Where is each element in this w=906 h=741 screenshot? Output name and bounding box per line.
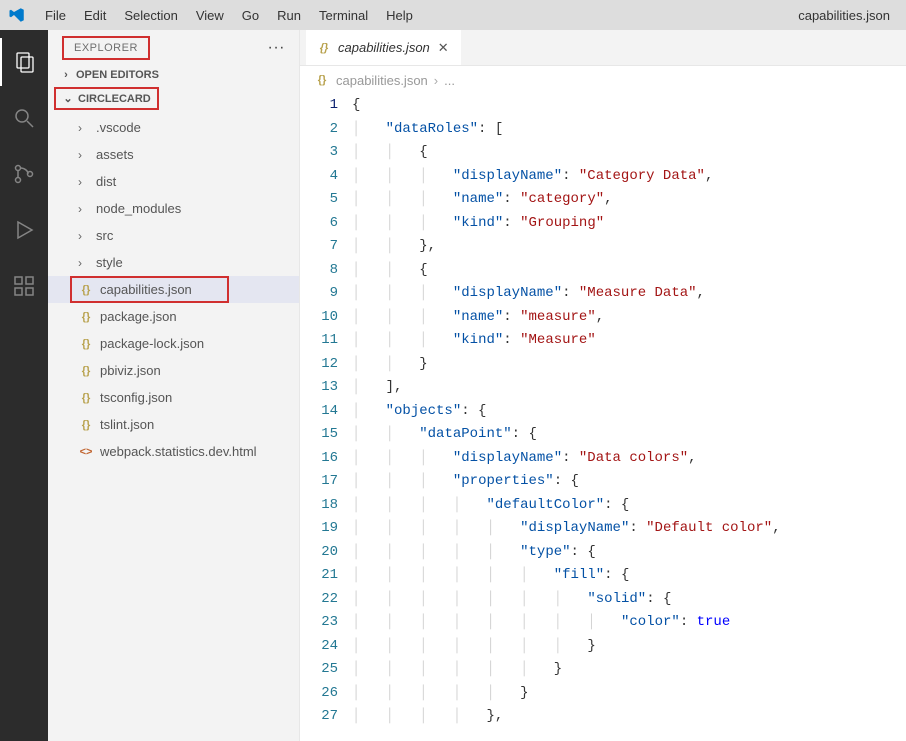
- breadcrumb-ellipsis: ...: [444, 73, 455, 88]
- folder-src[interactable]: › src: [48, 222, 299, 249]
- vscode-logo-icon: [8, 6, 26, 24]
- file-tree: › .vscode › assets › dist › node_modules › src › st…: [48, 114, 299, 741]
- json-icon: {}: [78, 336, 94, 352]
- titlebar-file: capabilities.json: [798, 8, 898, 23]
- folder-label: node_modules: [96, 201, 181, 216]
- sidebar-header: EXPLORER ···: [48, 30, 299, 65]
- tab-capabilities[interactable]: {} capabilities.json ✕: [306, 30, 461, 65]
- project-section[interactable]: ⌄ CIRCLECARD: [54, 87, 159, 110]
- chevron-right-icon: ›: [434, 73, 438, 88]
- run-debug-icon[interactable]: [0, 206, 48, 254]
- explorer-sidebar: EXPLORER ··· › OPEN EDITORS ⌄ CIRCLECARD…: [48, 30, 300, 741]
- code-editor[interactable]: 1234567891011121314151617181920212223242…: [300, 94, 906, 741]
- html-icon: <>: [78, 444, 94, 460]
- folder-label: style: [96, 255, 123, 270]
- activity-bar: [0, 30, 48, 741]
- file-label: pbiviz.json: [100, 363, 161, 378]
- folder-node-modules[interactable]: › node_modules: [48, 195, 299, 222]
- editor-tabs: {} capabilities.json ✕: [300, 30, 906, 66]
- chevron-right-icon: ›: [78, 229, 90, 243]
- menu-terminal[interactable]: Terminal: [310, 4, 377, 27]
- file-package-lock-json[interactable]: {} package-lock.json: [48, 330, 299, 357]
- json-icon: {}: [78, 282, 94, 298]
- folder-label: dist: [96, 174, 116, 189]
- breadcrumb[interactable]: {} capabilities.json › ...: [300, 66, 906, 94]
- project-label: CIRCLECARD: [78, 93, 151, 105]
- chevron-right-icon: ›: [78, 121, 90, 135]
- file-label: tsconfig.json: [100, 390, 172, 405]
- tab-label: capabilities.json: [338, 40, 430, 55]
- menu-go[interactable]: Go: [233, 4, 268, 27]
- line-numbers: 1234567891011121314151617181920212223242…: [300, 94, 352, 741]
- chevron-right-icon: ›: [78, 256, 90, 270]
- file-capabilities-json[interactable]: {} capabilities.json: [48, 276, 299, 303]
- file-tsconfig-json[interactable]: {} tsconfig.json: [48, 384, 299, 411]
- extensions-icon[interactable]: [0, 262, 48, 310]
- file-label: package.json: [100, 309, 177, 324]
- chevron-right-icon: ›: [78, 148, 90, 162]
- file-label: capabilities.json: [100, 282, 192, 297]
- explorer-icon[interactable]: [0, 38, 48, 86]
- menu-selection[interactable]: Selection: [115, 4, 186, 27]
- json-icon: {}: [78, 417, 94, 433]
- file-label: tslint.json: [100, 417, 154, 432]
- file-webpack-statistics-dev-html[interactable]: <> webpack.statistics.dev.html: [48, 438, 299, 465]
- chevron-right-icon: ›: [60, 69, 72, 81]
- breadcrumb-file: capabilities.json: [336, 73, 428, 88]
- file-tslint-json[interactable]: {} tslint.json: [48, 411, 299, 438]
- json-icon: {}: [316, 40, 332, 56]
- chevron-right-icon: ›: [78, 175, 90, 189]
- menu-run[interactable]: Run: [268, 4, 310, 27]
- folder--vscode[interactable]: › .vscode: [48, 114, 299, 141]
- close-icon[interactable]: ✕: [436, 40, 451, 56]
- json-icon: {}: [78, 390, 94, 406]
- open-editors-section[interactable]: › OPEN EDITORS: [48, 65, 299, 85]
- menu-edit[interactable]: Edit: [75, 4, 115, 27]
- chevron-right-icon: ›: [78, 202, 90, 216]
- explorer-title: EXPLORER: [62, 36, 150, 60]
- more-actions-icon[interactable]: ···: [268, 39, 285, 57]
- code-content[interactable]: {│ "dataRoles": [│ │ {│ │ │ "displayName…: [352, 94, 906, 741]
- json-icon: {}: [78, 363, 94, 379]
- file-label: package-lock.json: [100, 336, 204, 351]
- folder-label: src: [96, 228, 113, 243]
- json-icon: {}: [78, 309, 94, 325]
- menu-view[interactable]: View: [187, 4, 233, 27]
- chevron-down-icon: ⌄: [62, 92, 74, 105]
- menu-help[interactable]: Help: [377, 4, 422, 27]
- folder-dist[interactable]: › dist: [48, 168, 299, 195]
- file-label: webpack.statistics.dev.html: [100, 444, 257, 459]
- folder-label: assets: [96, 147, 134, 162]
- folder-label: .vscode: [96, 120, 141, 135]
- source-control-icon[interactable]: [0, 150, 48, 198]
- menubar: FileEditSelectionViewGoRunTerminalHelp c…: [0, 0, 906, 30]
- file-pbiviz-json[interactable]: {} pbiviz.json: [48, 357, 299, 384]
- folder-style[interactable]: › style: [48, 249, 299, 276]
- file-package-json[interactable]: {} package.json: [48, 303, 299, 330]
- json-icon: {}: [314, 72, 330, 88]
- search-icon[interactable]: [0, 94, 48, 142]
- folder-assets[interactable]: › assets: [48, 141, 299, 168]
- menu-file[interactable]: File: [36, 4, 75, 27]
- editor-area: {} capabilities.json ✕ {} capabilities.j…: [300, 30, 906, 741]
- open-editors-label: OPEN EDITORS: [76, 69, 159, 81]
